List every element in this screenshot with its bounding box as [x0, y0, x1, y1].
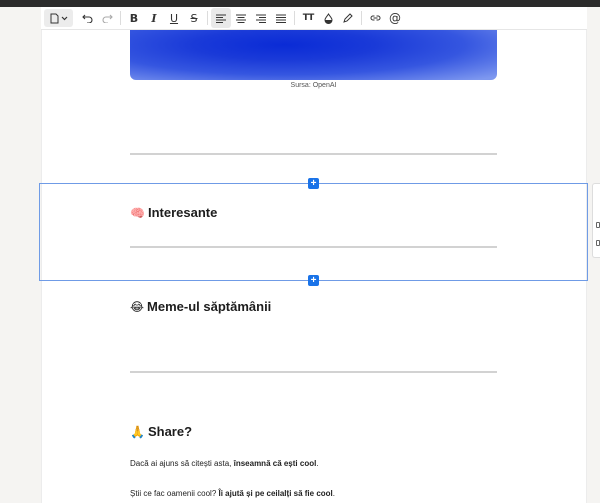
formatting-toolbar: B I U S TT @: [41, 7, 587, 30]
share-paragraph-2: Știi ce fac oamenii cool? Îi ajută și pe…: [130, 489, 335, 498]
link-button[interactable]: [365, 8, 385, 28]
browser-top-strip: [0, 0, 600, 7]
toolbar-separator: [361, 11, 362, 25]
block-actions-panel[interactable]: [592, 183, 600, 258]
mention-button[interactable]: @: [385, 8, 405, 28]
praying-hands-emoji-icon: 🙏: [130, 424, 145, 439]
image-caption: Sursa: OpenAI: [290, 82, 337, 89]
paragraph-text: .: [332, 489, 335, 498]
strikethrough-button[interactable]: S: [184, 8, 204, 28]
share-paragraph-1: Dacă ai ajuns să citești asta, înseamnă …: [130, 459, 319, 468]
link-icon: [370, 15, 380, 21]
align-center-button[interactable]: [231, 8, 251, 28]
paragraph-text: .: [316, 459, 319, 468]
heading-interesante: 🧠 Interesante: [130, 205, 217, 220]
copy-icon[interactable]: [596, 240, 600, 246]
align-right-button[interactable]: [251, 8, 271, 28]
align-left-button[interactable]: [211, 8, 231, 28]
selected-block-outline[interactable]: [39, 183, 588, 281]
toolbar-separator: [120, 11, 121, 25]
highlight-button[interactable]: [338, 8, 358, 28]
bold-button[interactable]: B: [124, 8, 144, 28]
undo-button[interactable]: [77, 8, 97, 28]
text-size-button[interactable]: TT: [298, 8, 318, 28]
toolbar-separator: [207, 11, 208, 25]
text-color-button[interactable]: [318, 8, 338, 28]
divider: [130, 246, 497, 248]
chevron-down-icon: [61, 16, 67, 20]
paragraph-bold-text: înseamnă că ești cool: [233, 459, 317, 468]
align-justify-button[interactable]: [271, 8, 291, 28]
toolbar-separator: [294, 11, 295, 25]
pen-icon: [343, 13, 353, 23]
hero-image: [130, 30, 497, 80]
duplicate-icon[interactable]: [596, 222, 600, 228]
heading-text: Share?: [147, 424, 193, 439]
droplet-icon: [323, 12, 333, 24]
heading-text: Meme-ul săptămânii: [147, 299, 272, 314]
heading-text: Interesante: [147, 205, 218, 220]
insert-block-button[interactable]: +: [308, 178, 319, 189]
redo-icon: [102, 14, 113, 23]
paragraph-text: Știi ce fac oamenii cool?: [130, 489, 219, 498]
align-center-icon: [236, 14, 246, 23]
paragraph-text: Dacă ai ajuns să citești asta,: [130, 459, 234, 468]
align-left-icon: [216, 14, 226, 23]
insert-block-button[interactable]: +: [308, 275, 319, 286]
divider: [130, 153, 497, 155]
heading-share: 🙏 Share?: [130, 424, 192, 439]
underline-button[interactable]: U: [164, 8, 184, 28]
laughing-emoji-icon: 😂: [130, 299, 145, 314]
align-right-icon: [256, 14, 266, 23]
heading-meme: 😂 Meme-ul săptămânii: [130, 299, 271, 314]
align-justify-icon: [276, 14, 286, 23]
redo-button[interactable]: [97, 8, 117, 28]
paragraph-bold-text: Îi ajută și pe ceilalți să fie cool: [218, 489, 333, 498]
document-icon: [50, 13, 58, 23]
italic-button[interactable]: I: [144, 8, 164, 28]
page-format-dropdown[interactable]: [44, 9, 73, 27]
undo-icon: [81, 14, 92, 23]
divider: [130, 371, 497, 373]
brain-emoji-icon: 🧠: [130, 205, 145, 220]
